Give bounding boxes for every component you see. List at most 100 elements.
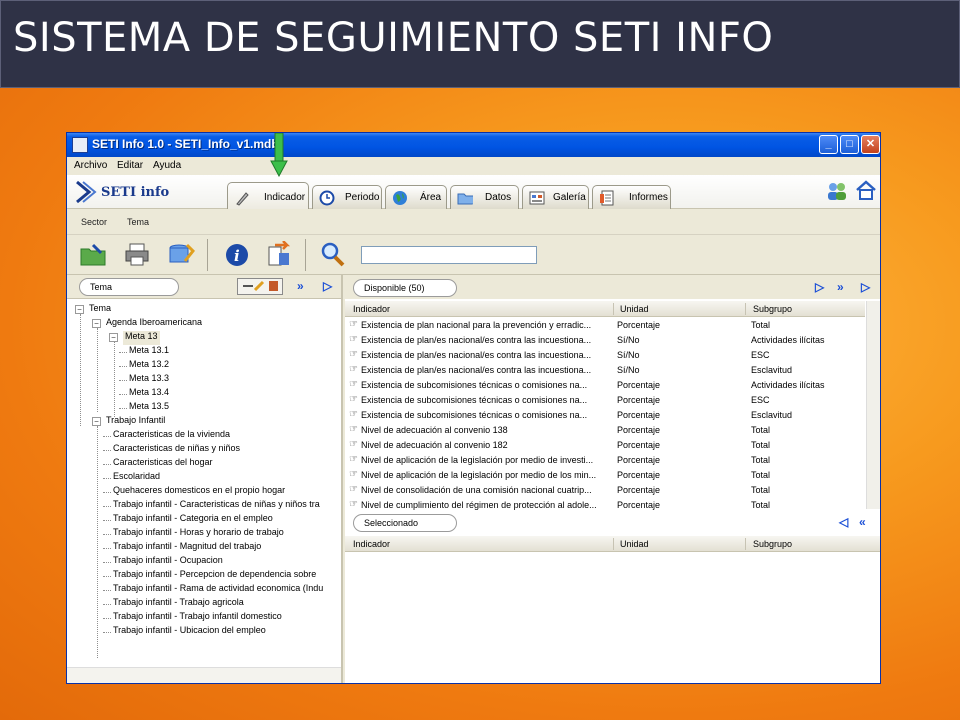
tab-label: Informes: [629, 192, 668, 203]
tree-item[interactable]: Trabajo infantil - Rama de actividad eco…: [113, 583, 323, 597]
next-page-icon[interactable]: ▷: [861, 281, 870, 293]
table-row[interactable]: ☞ Existencia de subcomisiones técnicas o …: [345, 393, 865, 408]
tree-tools-icon[interactable]: [237, 278, 283, 295]
tab-indicador[interactable]: Indicador: [227, 182, 309, 210]
column-unidad[interactable]: Unidad: [620, 304, 649, 314]
remove-icon[interactable]: ◁: [839, 516, 848, 528]
add-icon[interactable]: ▷: [815, 281, 824, 293]
tree-collapse-toggle[interactable]: −: [92, 319, 101, 328]
database-edit-icon[interactable]: [167, 241, 195, 269]
table-row[interactable]: ☞ Existencia de plan/es nacional/es contr…: [345, 348, 865, 363]
tab-informes[interactable]: Informes: [592, 185, 671, 209]
cell-indicador: Nivel de aplicación de la legislación po…: [361, 470, 597, 480]
selected-pill[interactable]: Seleccionado: [353, 514, 457, 532]
expand-all-icon[interactable]: »: [297, 280, 304, 292]
column-indicador[interactable]: Indicador: [353, 539, 390, 549]
next-icon[interactable]: ▷: [323, 280, 332, 292]
tree-connector: [80, 314, 81, 426]
close-button[interactable]: ✕: [861, 135, 880, 154]
tree-item[interactable]: Trabajo infantil - Percepcion de depende…: [113, 569, 316, 583]
toolbar-separator: [305, 239, 306, 271]
tab-label: Galería: [553, 192, 586, 203]
print-icon[interactable]: [123, 241, 151, 269]
search-icon[interactable]: [319, 241, 347, 269]
tree-collapse-toggle[interactable]: −: [75, 305, 84, 314]
menu-editar[interactable]: Editar: [117, 160, 143, 171]
tab-galeria[interactable]: Galería: [522, 185, 589, 209]
column-unidad[interactable]: Unidad: [620, 539, 649, 549]
tab-datos[interactable]: Datos: [450, 185, 519, 209]
table-row[interactable]: ☞ Existencia de plan/es nacional/es contr…: [345, 363, 865, 378]
tema-tree: − Tema − Agenda Iberoamericana − Meta 13 Meta …: [67, 300, 339, 660]
tree-item[interactable]: Trabajo infantil - Caracteristicas de ni…: [113, 499, 320, 513]
remove-all-icon[interactable]: «: [859, 516, 866, 528]
tree-item[interactable]: Meta 13.4: [129, 387, 169, 401]
subnav-sector[interactable]: Sector: [81, 217, 107, 227]
column-subgrupo[interactable]: Subgrupo: [753, 304, 792, 314]
menu-archivo[interactable]: Archivo: [74, 160, 107, 171]
tree-item[interactable]: Quehaceres domesticos en el propio hogar: [113, 485, 285, 499]
tree-item[interactable]: Meta 13.2: [129, 359, 169, 373]
available-pill[interactable]: Disponible (50): [353, 279, 457, 297]
tree-item[interactable]: Trabajo infantil - Ubicacion del empleo: [113, 625, 266, 639]
tree-panel-header: Tema » ▷: [67, 275, 341, 299]
table-row[interactable]: ☞ Existencia de plan nacional para la pre…: [345, 318, 865, 333]
export-icon[interactable]: [265, 241, 293, 269]
available-vertical-scrollbar[interactable]: [866, 301, 880, 509]
add-all-icon[interactable]: »: [837, 281, 844, 293]
users-icon[interactable]: [825, 180, 849, 202]
tema-filter-pill[interactable]: Tema: [79, 278, 179, 296]
tab-label: Periodo: [345, 192, 380, 203]
table-row[interactable]: ☞ Nivel de adecuación al convenio 182 Porc…: [345, 438, 865, 453]
tree-item[interactable]: Trabajo Infantil: [106, 415, 165, 429]
column-subgrupo[interactable]: Subgrupo: [753, 539, 792, 549]
cell-indicador: Nivel de adecuación al convenio 182: [361, 440, 508, 450]
tree-collapse-toggle[interactable]: −: [92, 417, 101, 426]
maximize-button[interactable]: □: [840, 135, 859, 154]
table-row[interactable]: ☞ Nivel de adecuación al convenio 138 Porc…: [345, 423, 865, 438]
subnav-tema[interactable]: Tema: [127, 217, 149, 227]
tree-item[interactable]: Meta 13.3: [129, 373, 169, 387]
table-row[interactable]: ☞ Existencia de subcomisiones técnicas o …: [345, 378, 865, 393]
minimize-button[interactable]: _: [819, 135, 838, 154]
tree-item[interactable]: Caracteristicas de la vivienda: [113, 429, 230, 443]
tree-item[interactable]: Meta 13: [123, 331, 160, 345]
window-titlebar: SETI Info 1.0 - SETI_Info_v1.mdb _ □ ✕: [67, 133, 880, 157]
cell-unidad: Porcentaje: [617, 470, 661, 480]
tree-item[interactable]: Trabajo infantil - Trabajo agricola: [113, 597, 244, 611]
folder-icon: [457, 193, 473, 205]
tab-periodo[interactable]: Periodo: [312, 185, 382, 209]
search-input[interactable]: [361, 246, 537, 264]
table-row[interactable]: ☞ Nivel de consolidación de una comisión …: [345, 483, 865, 498]
tree-item[interactable]: Caracteristicas del hogar: [113, 457, 213, 471]
tree-item[interactable]: Trabajo infantil - Categoria en el emple…: [113, 513, 273, 527]
table-row[interactable]: ☞ Nivel de aplicación de la legislación p…: [345, 468, 865, 483]
info-icon[interactable]: i: [223, 241, 251, 269]
tree-item[interactable]: Trabajo infantil - Ocupacion: [113, 555, 223, 569]
open-folder-icon[interactable]: [79, 241, 107, 269]
tree-collapse-toggle[interactable]: −: [109, 333, 118, 342]
tree-item[interactable]: Escolaridad: [113, 471, 160, 485]
cell-indicador: Nivel de consolidación de una comisión n…: [361, 485, 592, 495]
menu-ayuda[interactable]: Ayuda: [153, 160, 181, 171]
pointing-hand-icon: ☞: [349, 409, 358, 420]
pointing-hand-icon: ☞: [349, 499, 358, 510]
tree-item[interactable]: Meta 13.1: [129, 345, 169, 359]
tree-item[interactable]: Meta 13.5: [129, 401, 169, 415]
table-row[interactable]: ☞ Existencia de plan/es nacional/es contr…: [345, 333, 865, 348]
table-row[interactable]: ☞ Existencia de subcomisiones técnicas o …: [345, 408, 865, 423]
tree-item[interactable]: Trabajo infantil - Trabajo infantil dome…: [113, 611, 282, 625]
column-indicador[interactable]: Indicador: [353, 304, 390, 314]
tree-item[interactable]: Trabajo infantil - Magnitud del trabajo: [113, 541, 261, 555]
tree-item[interactable]: Trabajo infantil - Horas y horario de tr…: [113, 527, 284, 541]
home-icon[interactable]: [855, 179, 877, 201]
tree-item[interactable]: Caracteristicas de niñas y niños: [113, 443, 240, 457]
tree-horizontal-scrollbar[interactable]: [67, 667, 341, 683]
tree-connector: [114, 342, 115, 417]
tree-item[interactable]: Agenda Iberoamericana: [106, 317, 202, 331]
tree-connector: [103, 450, 111, 451]
table-row[interactable]: ☞ Nivel de aplicación de la legislación p…: [345, 453, 865, 468]
tree-item[interactable]: Tema: [89, 303, 111, 317]
tab-area[interactable]: Área: [385, 185, 447, 209]
toolbar: i: [67, 235, 880, 275]
